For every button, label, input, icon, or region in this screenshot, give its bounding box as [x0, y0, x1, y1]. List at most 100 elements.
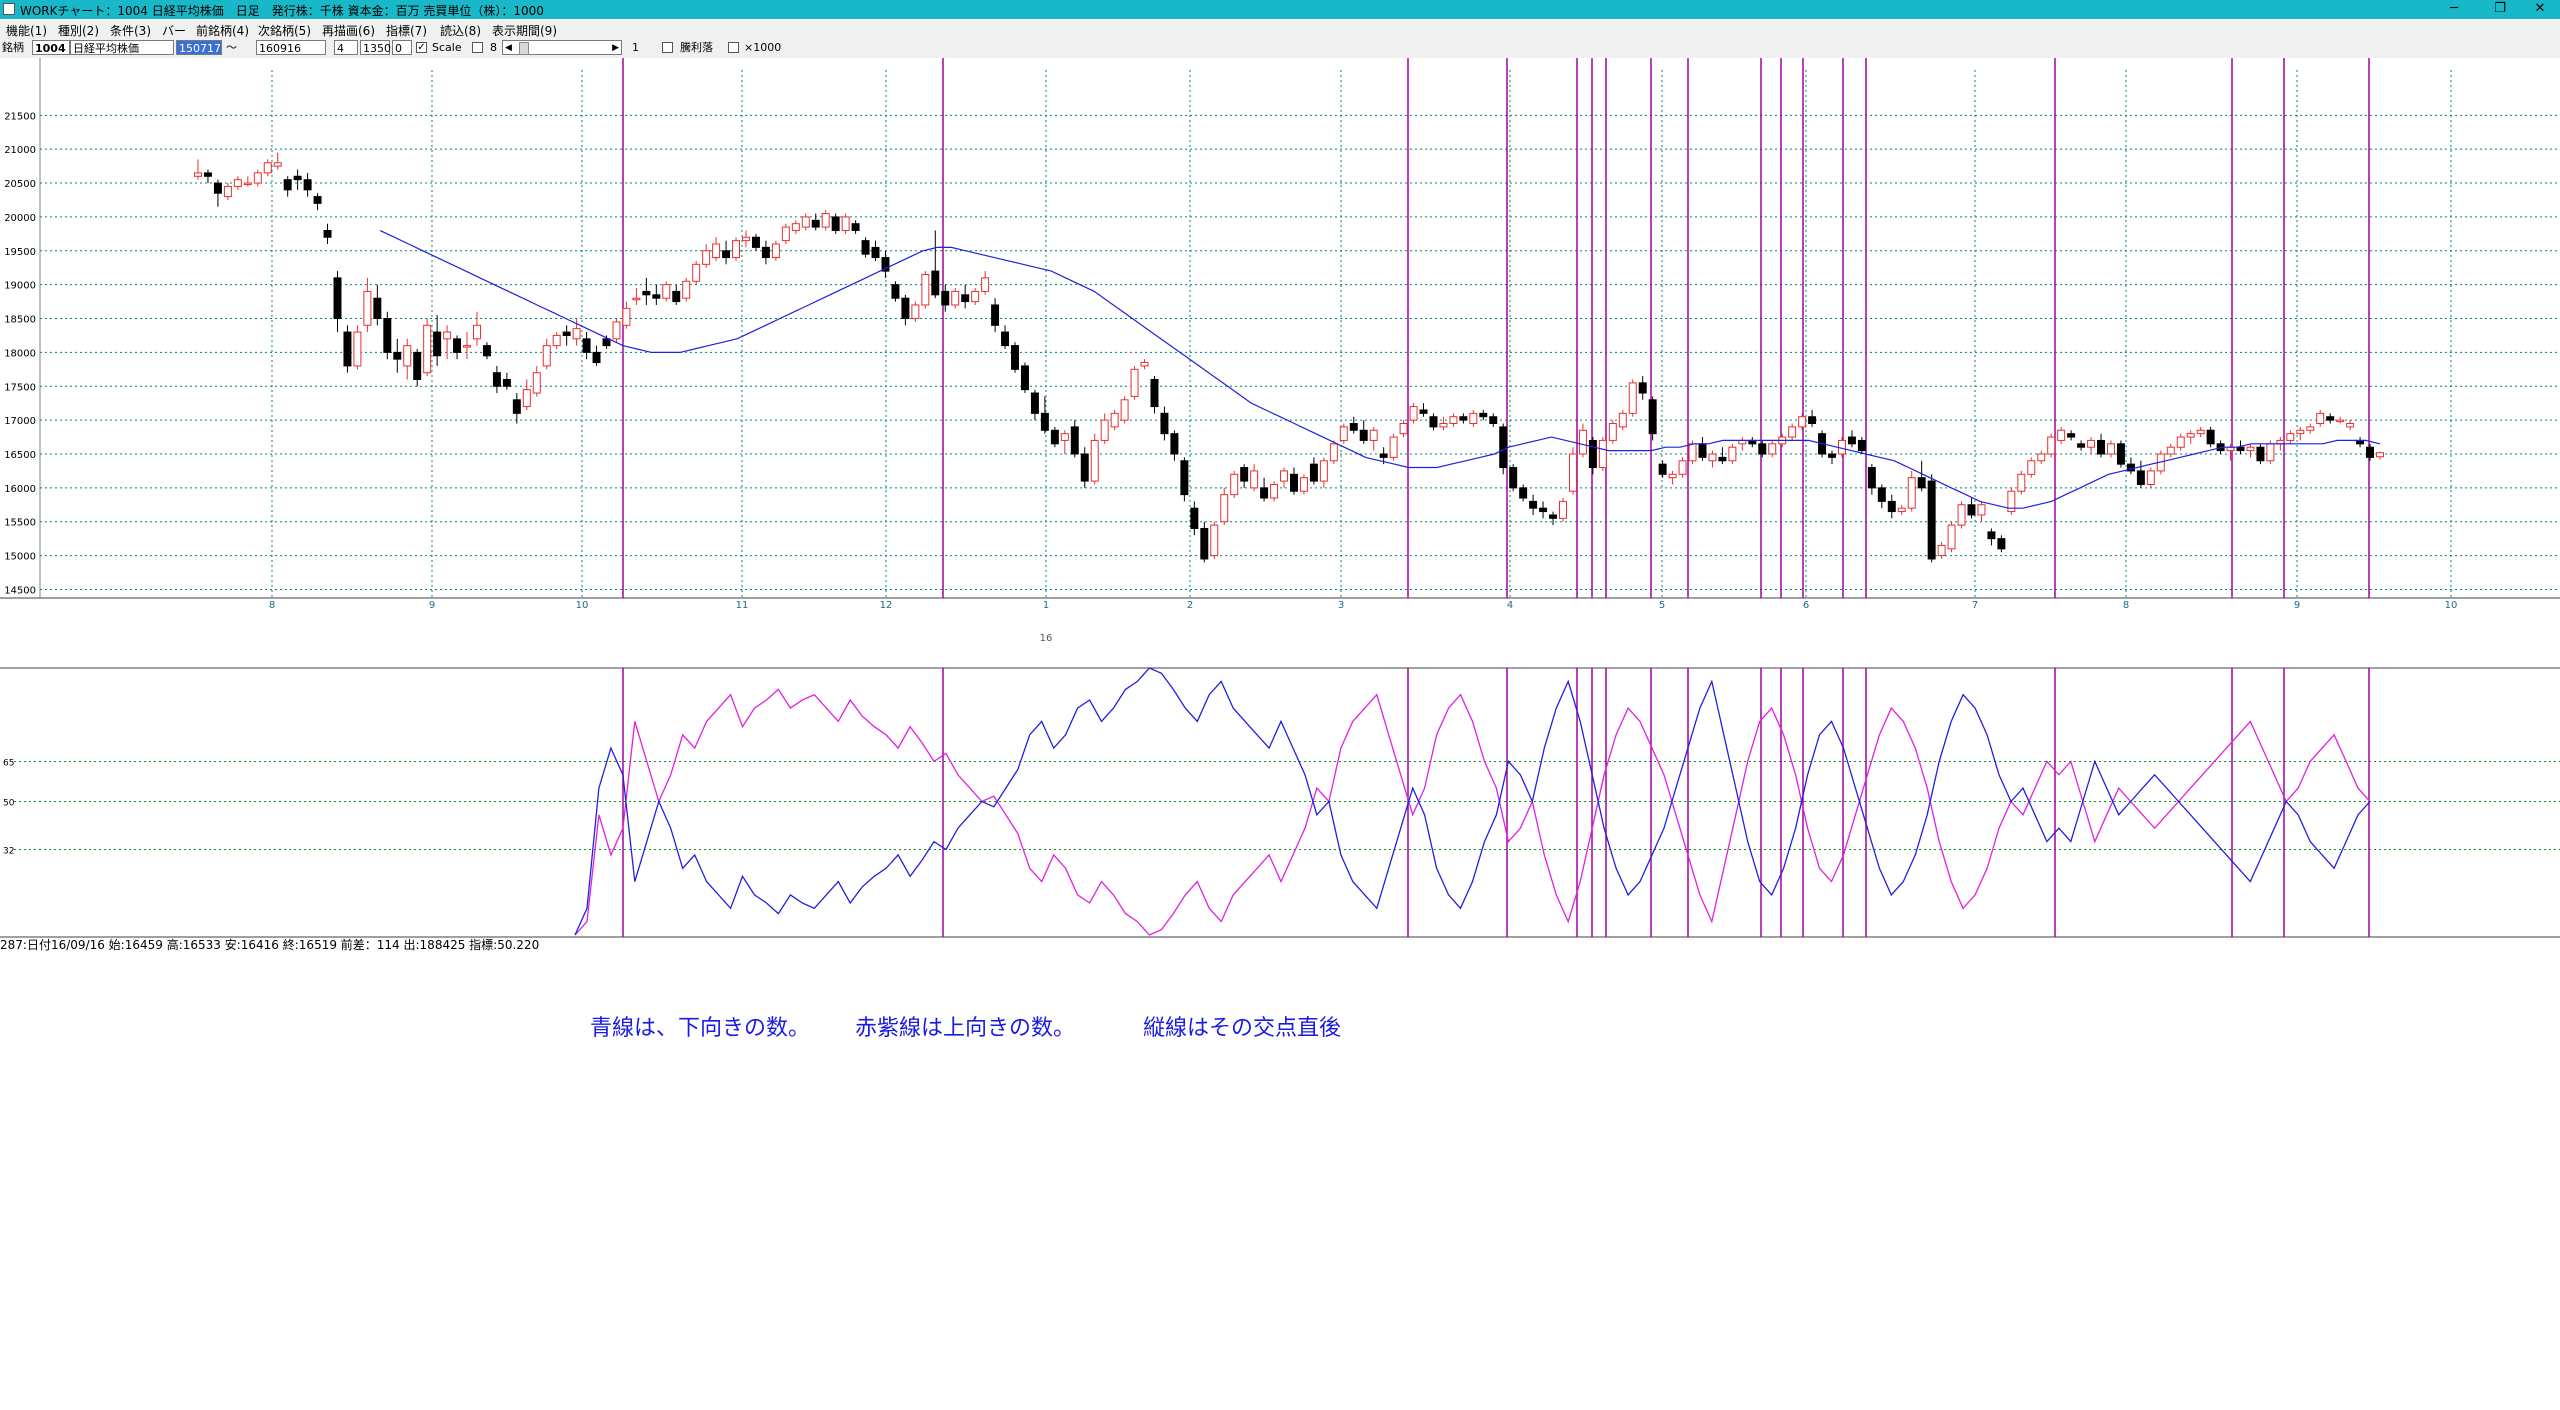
bearish-candle — [1529, 500, 1538, 509]
slider-left-arrow[interactable]: ◀ — [505, 41, 512, 56]
bullish-candle — [1578, 429, 1587, 455]
bearish-candle — [871, 246, 880, 259]
bearish-candle — [1011, 345, 1019, 370]
bearish-candle — [293, 175, 302, 181]
month-tick-label: 5 — [1659, 600, 1665, 611]
bullish-candle — [1947, 524, 1956, 550]
ratio-checkbox[interactable] — [662, 42, 673, 53]
x1000-label: ×1000 — [744, 41, 782, 54]
bearish-candle — [303, 179, 312, 191]
param3-field[interactable]: 0 — [392, 40, 412, 55]
bearish-candle — [1519, 487, 1528, 499]
bullish-candle — [2316, 412, 2325, 425]
bearish-candle — [2236, 446, 2245, 452]
slider-right-arrow[interactable]: ▶ — [612, 41, 619, 56]
bearish-candle — [1877, 487, 1886, 502]
bearish-candle — [2116, 443, 2125, 465]
maximize-button[interactable]: ❐ — [2480, 0, 2520, 19]
app-icon — [3, 3, 15, 15]
bullish-candle — [423, 324, 432, 374]
bearish-candle — [941, 290, 950, 306]
status-bar: 287:日付16/09/16 始:16459 高:16533 安:16416 終… — [0, 938, 540, 952]
scale-label: Scale — [432, 41, 462, 54]
bullish-candle — [1788, 426, 1797, 438]
bearish-candle — [851, 223, 860, 231]
period-slider[interactable]: ◀ ▶ — [502, 40, 622, 55]
bullish-candle — [1678, 460, 1687, 475]
param2-field[interactable]: 1350 — [360, 40, 391, 55]
end-date-select[interactable]: 160916 — [256, 40, 326, 55]
title-bar: WORKチャート：1004 日経平均株価 日足 発行株：千株 資本金：百万 売買… — [0, 0, 2560, 19]
bullish-candle — [243, 182, 252, 186]
month-tick-label: 2 — [1187, 600, 1193, 611]
bearish-candle — [1698, 443, 1707, 458]
bullish-candle — [1897, 507, 1906, 513]
bullish-candle — [771, 243, 780, 259]
stock-name-field[interactable]: 日経平均株価 — [70, 40, 174, 55]
param5-label: 1 — [632, 41, 639, 54]
bullish-candle — [1977, 504, 1986, 516]
scale-checkbox[interactable]: ✓ — [416, 42, 427, 53]
stock-label: 銘柄 — [2, 41, 24, 54]
bearish-candle — [433, 331, 442, 357]
bullish-candle — [233, 179, 242, 187]
month-tick-label: 10 — [576, 600, 589, 611]
x1000-checkbox[interactable] — [728, 42, 739, 53]
bullish-candle — [1339, 426, 1348, 441]
minimize-button[interactable]: ─ — [2434, 0, 2474, 19]
bullish-candle — [2266, 443, 2275, 462]
start-date-field[interactable]: 150717 — [176, 40, 222, 55]
toolbar: 銘柄 1004 日経平均株価 150717 ～ 160916 4 1350 0 … — [0, 37, 2560, 59]
month-tick-label: 10 — [2445, 600, 2458, 611]
bearish-candle — [1927, 480, 1936, 560]
price-tick-label: 15500 — [4, 518, 36, 529]
bullish-candle — [1559, 500, 1567, 519]
ratio-label: 騰利落 — [680, 41, 713, 54]
month-tick-label: 1 — [1043, 600, 1049, 611]
month-tick-label: 4 — [1507, 600, 1513, 611]
note-vertical-line: 縦線はその交点直後 — [1143, 1016, 1342, 1041]
bearish-candle — [991, 304, 1000, 326]
bullish-candle — [702, 250, 711, 265]
bullish-candle — [1210, 524, 1219, 557]
bearish-candle — [1828, 453, 1836, 458]
bearish-candle — [1050, 429, 1059, 445]
bearish-candle — [1260, 487, 1269, 499]
slider-thumb[interactable] — [519, 42, 529, 55]
bearish-candle — [1190, 507, 1199, 529]
param1-field[interactable]: 4 — [334, 40, 358, 55]
price-tick-label: 21000 — [4, 145, 36, 156]
bullish-candle — [1090, 439, 1099, 482]
close-button[interactable]: ✕ — [2520, 0, 2560, 19]
bearish-candle — [1040, 412, 1049, 431]
bearish-candle — [1080, 453, 1089, 482]
stock-code-field[interactable]: 1004 — [32, 40, 70, 55]
bearish-candle — [1359, 429, 1368, 441]
bearish-candle — [761, 246, 770, 259]
bullish-candle — [732, 240, 741, 259]
month-tick-label: 9 — [429, 600, 435, 611]
bullish-candle — [1449, 416, 1458, 425]
bullish-candle — [2087, 439, 2096, 448]
bullish-candle — [1957, 504, 1966, 526]
bearish-candle — [652, 294, 661, 299]
bearish-candle — [1648, 399, 1657, 435]
bearish-candle — [831, 216, 840, 231]
bearish-candle — [1419, 409, 1428, 414]
bullish-candle — [572, 328, 581, 340]
bearish-candle — [722, 250, 731, 259]
bullish-candle — [1708, 453, 1717, 462]
bearish-candle — [672, 290, 681, 303]
bullish-candle — [921, 273, 930, 306]
bullish-candle — [2027, 460, 2036, 475]
bearish-candle — [1867, 467, 1876, 489]
menu-bar: 機能(1) 種別(2) 条件(3) バー 前銘柄(4) 次銘柄(5) 再描画(6… — [0, 20, 2560, 38]
bullish-candle — [1319, 460, 1328, 482]
bullish-candle — [1369, 429, 1378, 441]
price-tick-label: 14500 — [4, 585, 36, 596]
bullish-candle — [363, 290, 372, 326]
option-checkbox[interactable] — [472, 42, 483, 53]
bullish-candle — [2246, 446, 2255, 452]
bullish-candle — [1618, 412, 1627, 428]
note-blue-line: 青線は、下向きの数。 — [590, 1016, 811, 1041]
